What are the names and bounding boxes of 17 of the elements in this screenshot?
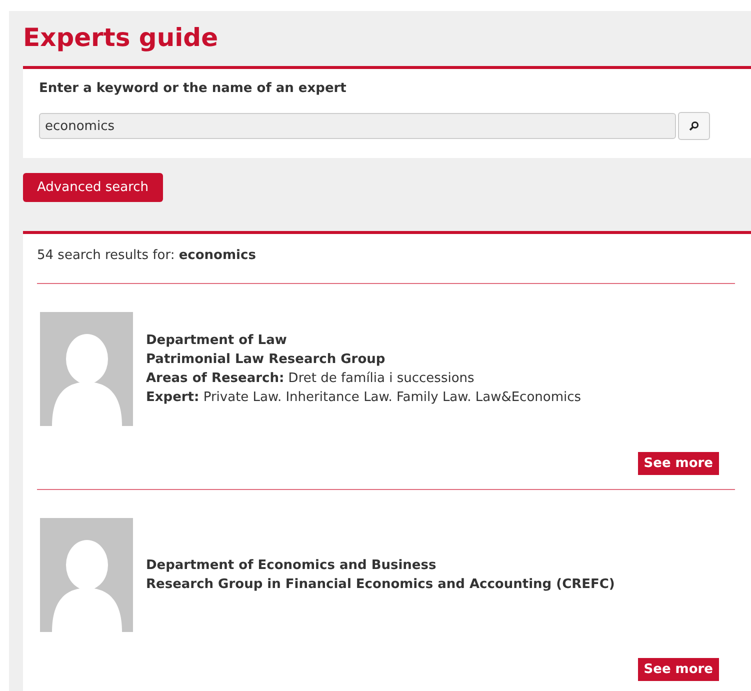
search-button[interactable] — [678, 112, 710, 140]
advanced-search-button[interactable]: Advanced search — [23, 173, 163, 202]
page-title: Experts guide — [23, 23, 220, 52]
see-more-button[interactable]: See more — [638, 658, 719, 681]
department-name: Department of Law — [146, 333, 288, 348]
avatar-placeholder-icon — [40, 312, 133, 426]
search-icon — [689, 121, 699, 131]
expert-detail: Expert: Private Law. Inheritance Law. Family Law. Law&Economics — [146, 390, 582, 405]
research-group: Research Group in Financial Economics and Accounting (CREFC) — [146, 577, 615, 592]
avatar-placeholder-icon — [40, 518, 133, 632]
research-group: Patrimonial Law Research Group — [146, 352, 582, 367]
expert-detail: Areas of Research: Dret de família i successions — [146, 371, 476, 386]
see-more-button[interactable]: See more — [638, 452, 719, 475]
search-label: Enter a keyword or the name of an expert — [39, 81, 348, 96]
search-field[interactable]: economics — [39, 113, 676, 139]
results-summary: 54 search results for: economics — [37, 248, 735, 284]
department-name: Department of Economics and Business — [146, 558, 438, 573]
